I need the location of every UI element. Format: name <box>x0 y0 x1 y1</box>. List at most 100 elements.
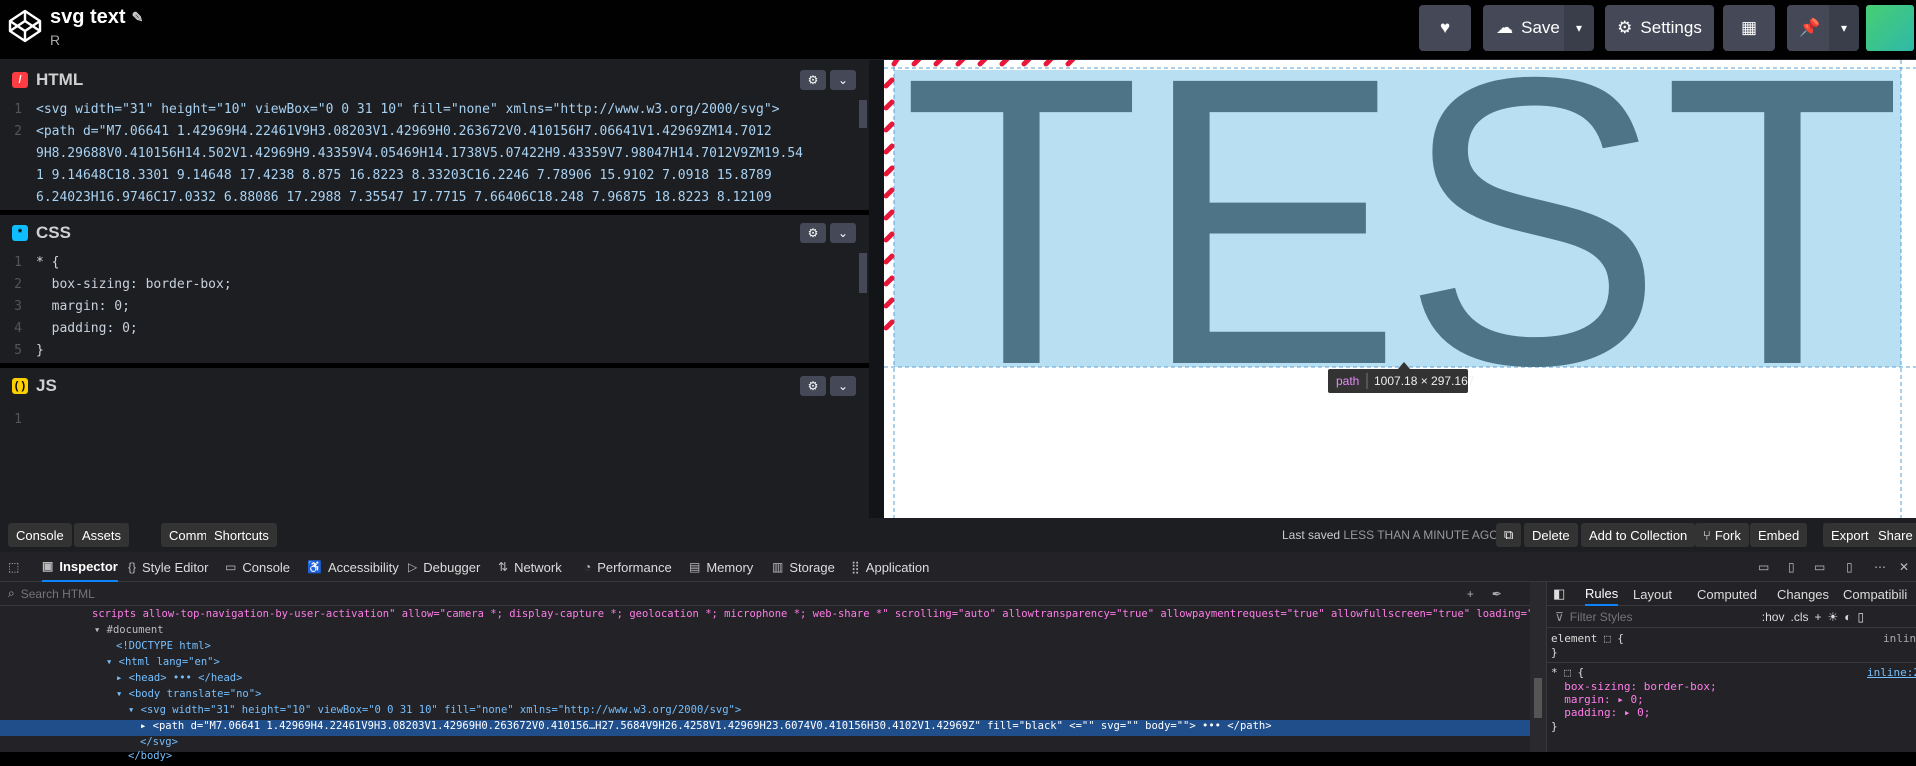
eyedropper-icon[interactable]: ✒ <box>1492 587 1502 601</box>
responsive-icon[interactable]: ▯ <box>1788 552 1795 582</box>
cls-toggle[interactable]: .cls <box>1790 610 1808 624</box>
save-dropdown-button[interactable]: ▾ <box>1564 5 1594 51</box>
light-theme-icon[interactable]: ☀ <box>1828 610 1839 624</box>
add-rule-icon[interactable]: + <box>1814 610 1821 624</box>
markup-scrollbar[interactable] <box>1530 582 1546 752</box>
tab-console[interactable]: ▭ Console <box>225 552 290 582</box>
export-button[interactable]: Export <box>1823 523 1877 547</box>
more-options-icon[interactable]: ⋯ <box>1874 552 1886 582</box>
tree-node[interactable]: </body> <box>128 750 172 766</box>
add-node-icon[interactable]: + <box>1467 587 1474 601</box>
rule-selector[interactable]: * ⬚ { <box>1551 666 1584 679</box>
css-scrollbar[interactable] <box>859 253 867 293</box>
tree-node[interactable]: ▾ <html lang="en"> <box>106 656 220 672</box>
tree-node[interactable]: scripts allow-top-navigation-by-user-act… <box>92 608 1571 624</box>
screenshot-icon[interactable]: ▭ <box>1814 552 1825 582</box>
tab-accessibility[interactable]: ♿ Accessibility <box>307 552 399 582</box>
tree-node[interactable]: ▸ <head> ••• </head> <box>116 672 242 688</box>
pin-button[interactable]: 📌 <box>1787 5 1833 51</box>
layout-button[interactable]: ▦ <box>1723 5 1775 51</box>
add-to-collection-button[interactable]: Add to Collection <box>1581 523 1696 547</box>
edit-pencil-icon[interactable]: ✎ <box>132 9 144 26</box>
rule-declaration[interactable]: box-sizing: border-box; <box>1551 680 1716 693</box>
tab-layout[interactable]: Layout <box>1633 582 1672 606</box>
code-line: 1 9.14648C18.3301 9.14648 17.4238 8.875 … <box>36 168 772 183</box>
code-line: 5} <box>14 343 44 358</box>
html-scrollbar[interactable] <box>859 100 867 128</box>
css-code-area[interactable]: 1 * { 2 box-sizing: border-box; 3 margin:… <box>0 251 869 363</box>
hov-toggle[interactable]: :hov <box>1762 610 1785 624</box>
pin-dropdown-button[interactable]: ▾ <box>1829 5 1859 51</box>
pen-author[interactable]: R <box>50 32 60 48</box>
code-line: 2 box-sizing: border-box; <box>14 277 232 292</box>
css-icon: * <box>12 225 28 241</box>
editor-preview-resizer[interactable] <box>869 60 884 518</box>
heart-button[interactable]: ♥ <box>1419 5 1471 51</box>
rule-selector[interactable]: element ⬚ { <box>1551 632 1624 645</box>
cloud-icon: ☁ <box>1496 18 1514 37</box>
css-collapse-button[interactable]: ⌄ <box>830 223 856 243</box>
js-tab[interactable]: ( ) JS <box>0 368 69 404</box>
css-tab[interactable]: * CSS <box>0 215 83 251</box>
tree-node[interactable]: ▾ <body translate="no"> <box>116 688 261 704</box>
save-button[interactable]: ☁ Save <box>1483 5 1573 51</box>
dock-icon[interactable]: ▯ <box>1846 552 1853 582</box>
close-icon[interactable]: ✕ <box>1899 552 1909 582</box>
rule-declaration[interactable]: margin: ▸ 0; <box>1551 693 1643 706</box>
tab-network[interactable]: ⇅ Network <box>498 552 562 582</box>
preview-frame[interactable]: TEST path 1007.18 × 297.167 <box>884 60 1916 518</box>
tab-debugger[interactable]: ▷ Debugger <box>408 552 480 582</box>
element-picker-icon[interactable]: ⬚ <box>8 552 19 582</box>
rule-source[interactable]: inline <box>1883 632 1916 645</box>
dark-theme-icon[interactable]: ◐ <box>1844 610 1851 624</box>
fork-button[interactable]: ⑂ Fork <box>1695 523 1749 547</box>
tab-changes[interactable]: Changes <box>1777 582 1829 606</box>
last-saved: Last saved LESS THAN A MINUTE AGO <box>1282 528 1499 542</box>
tab-memory[interactable]: ▤ Memory <box>689 552 753 582</box>
editors-panel: / HTML ⚙ ⌄ 1 <svg width="31" height="10" v… <box>0 60 869 518</box>
pen-title[interactable]: svg text ✎ <box>50 6 143 29</box>
tree-node[interactable]: ▾ <svg width="31" height="10" viewBox="0… <box>128 704 741 720</box>
assets-button[interactable]: Assets <box>74 523 130 547</box>
tab-inspector[interactable]: ▣ Inspector <box>42 552 118 582</box>
search-html-input[interactable] <box>20 586 1461 601</box>
js-settings-button[interactable]: ⚙ <box>800 376 826 396</box>
html-tab[interactable]: / HTML <box>0 62 96 98</box>
js-code-area[interactable]: 1 <box>0 404 869 518</box>
html-settings-button[interactable]: ⚙ <box>800 70 826 90</box>
markup-scroll-thumb[interactable] <box>1534 678 1542 718</box>
sidebar-toggle-icon[interactable]: ◧ <box>1553 582 1565 606</box>
share-button[interactable]: Share <box>1870 523 1916 547</box>
network-icon: ⇅ <box>498 560 509 574</box>
shortcuts-button[interactable]: Shortcuts <box>206 523 277 547</box>
tab-application[interactable]: ⣿ Application <box>851 552 929 582</box>
heart-icon: ♥ <box>1439 18 1451 37</box>
embed-button[interactable]: Embed <box>1750 523 1808 547</box>
rules-sidebar: ◧ Rules Layout Computed Changes Compatib… <box>1546 582 1916 752</box>
settings-button[interactable]: ⚙ Settings <box>1605 5 1714 51</box>
tree-node[interactable]: ▾ #document <box>94 624 164 640</box>
rule-source-link[interactable]: inline:2 <box>1867 666 1916 679</box>
tab-computed[interactable]: Computed <box>1697 582 1757 606</box>
open-external-button[interactable]: ⧉ <box>1496 523 1522 547</box>
tree-node-selected[interactable]: ▸ <path d="M7.06641 1.42969H4.22461V9H3.… <box>0 720 1530 736</box>
filter-styles-input[interactable] <box>1569 609 1756 624</box>
tab-performance[interactable]: ◔ Performance <box>584 552 672 582</box>
tab-style-editor[interactable]: {} Style Editor <box>128 552 209 582</box>
tab-compatibility[interactable]: Compatibili <box>1843 582 1907 606</box>
codepen-logo-icon[interactable] <box>7 8 43 44</box>
js-collapse-button[interactable]: ⌄ <box>830 376 856 396</box>
print-icon[interactable]: ▯ <box>1858 610 1865 624</box>
tab-storage[interactable]: ▥ Storage <box>772 552 835 582</box>
css-settings-button[interactable]: ⚙ <box>800 223 826 243</box>
dock-toggle-icon[interactable]: ▭ <box>1758 552 1769 582</box>
tree-node[interactable]: <!DOCTYPE html> <box>116 640 211 656</box>
tab-rules[interactable]: Rules <box>1585 582 1619 606</box>
rule-declaration[interactable]: padding: ▸ 0; <box>1551 706 1650 719</box>
html-collapse-button[interactable]: ⌄ <box>830 70 856 90</box>
console-button[interactable]: Console <box>8 523 72 547</box>
user-avatar[interactable] <box>1866 5 1914 51</box>
inspector-icon: ▣ <box>42 559 54 573</box>
delete-button[interactable]: Delete <box>1524 523 1578 547</box>
html-code-area[interactable]: 1 <svg width="31" height="10" viewBox="0 … <box>0 98 869 210</box>
